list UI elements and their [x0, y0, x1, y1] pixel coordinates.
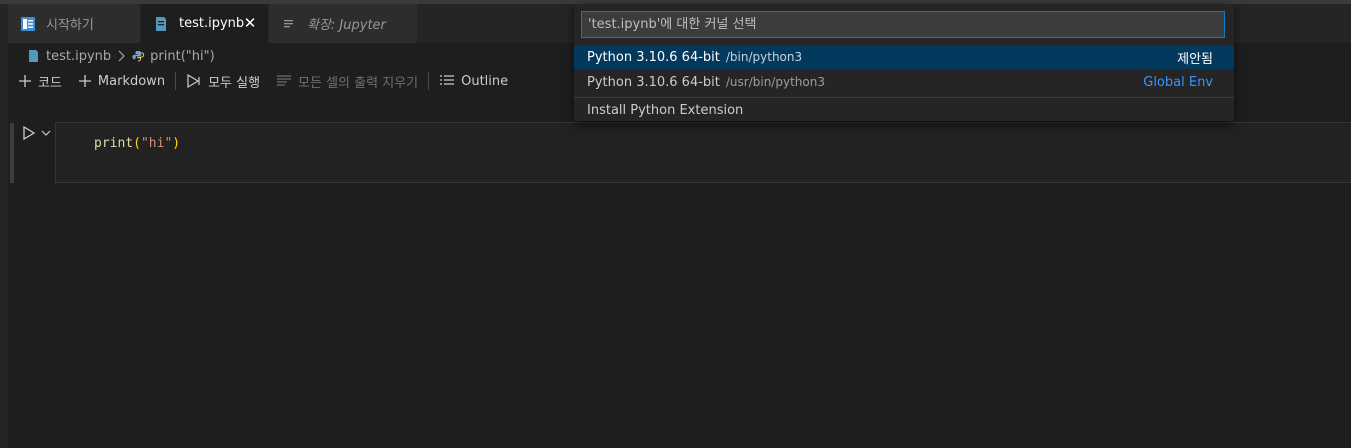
- run-all-button[interactable]: 모두 실행: [186, 72, 260, 91]
- welcome-icon: [18, 14, 38, 34]
- add-code-cell-button[interactable]: 코드: [18, 72, 62, 91]
- toolbar-divider: [175, 72, 177, 90]
- add-markdown-cell-button[interactable]: Markdown: [78, 74, 165, 89]
- tab-extension-jupyter[interactable]: 확장: Jupyter: [269, 4, 417, 43]
- tab-label: 시작하기: [46, 18, 94, 33]
- code-cell-editor[interactable]: print("hi"): [55, 122, 1351, 183]
- notebook-icon: [151, 14, 171, 34]
- breadcrumb-symbol[interactable]: print("hi"): [150, 49, 215, 64]
- code-paren-token: ): [172, 136, 181, 151]
- outline-label: Outline: [461, 73, 509, 89]
- tab-test-ipynb[interactable]: test.ipynb ✕: [141, 4, 268, 43]
- list-icon: [439, 74, 455, 88]
- kernel-option[interactable]: Python 3.10.6 64-bit /usr/bin/python3 Gl…: [574, 70, 1234, 94]
- plus-icon: [18, 74, 32, 88]
- tab-welcome[interactable]: 시작하기: [8, 4, 140, 43]
- install-python-extension-option[interactable]: Install Python Extension: [574, 98, 1234, 122]
- notebook-toolbar: 코드 Markdown 모두 실행 모든 셀의 출력 지우기 Outline: [18, 68, 508, 94]
- run-all-label: 모두 실행: [208, 75, 261, 91]
- run-all-icon: [186, 73, 202, 89]
- kernel-path: /usr/bin/python3: [725, 75, 825, 89]
- code-line: print("hi"): [94, 136, 180, 151]
- option-label: Install Python Extension: [587, 102, 744, 118]
- chevron-down-icon[interactable]: [40, 126, 52, 140]
- tab-label: 확장: Jupyter: [307, 18, 386, 33]
- cell-focus-indicator: [10, 123, 14, 183]
- add-code-label: 코드: [38, 75, 62, 91]
- plus-icon: [78, 74, 92, 88]
- kernel-search-input[interactable]: [581, 11, 1225, 38]
- python-icon: [132, 50, 145, 62]
- breadcrumb: test.ipynb print("hi"): [28, 45, 215, 67]
- code-string-token: "hi": [140, 136, 173, 151]
- code-function-token: print: [94, 136, 134, 151]
- tab-label: test.ipynb: [179, 16, 245, 31]
- toolbar-divider: [428, 72, 430, 90]
- kernel-tag: 제안됨: [1177, 51, 1213, 67]
- chevron-right-icon: [117, 50, 126, 62]
- code-paren-token: (: [133, 136, 141, 151]
- kernel-quick-pick: Python 3.10.6 64-bit /bin/python3 제안됨 Py…: [574, 4, 1234, 121]
- add-markdown-label: Markdown: [97, 73, 166, 89]
- close-icon[interactable]: ✕: [240, 13, 260, 33]
- kernel-option[interactable]: Python 3.10.6 64-bit /bin/python3 제안됨: [574, 45, 1234, 69]
- run-cell-icon[interactable]: [20, 124, 38, 142]
- kernel-tag: Global Env: [1143, 74, 1213, 90]
- clear-outputs-label: 모든 셀의 출력 지우기: [298, 75, 419, 91]
- activity-bar-edge: [0, 4, 8, 448]
- preview-icon: [279, 14, 299, 34]
- kernel-name: Python 3.10.6 64-bit: [587, 74, 720, 90]
- breadcrumb-file[interactable]: test.ipynb: [46, 49, 111, 64]
- notebook-icon: [28, 49, 40, 63]
- clear-all-icon: [276, 74, 292, 88]
- outline-button[interactable]: Outline: [439, 74, 508, 89]
- clear-all-outputs-button[interactable]: 모든 셀의 출력 지우기: [276, 72, 418, 91]
- kernel-path: /bin/python3: [725, 50, 803, 64]
- kernel-name: Python 3.10.6 64-bit: [587, 49, 720, 65]
